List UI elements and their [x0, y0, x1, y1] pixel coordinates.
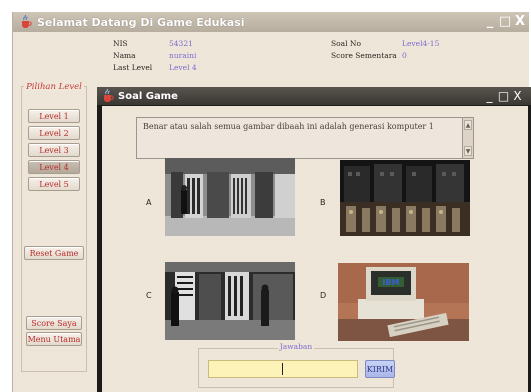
option-d-image[interactable]: IBM	[338, 263, 469, 341]
nama-label: Nama	[113, 51, 136, 60]
dialog-body: Benar atau salah semua gambar dibaah ini…	[102, 106, 528, 392]
option-d-label: D	[320, 291, 327, 300]
question-text-area[interactable]: Benar atau salah semua gambar dibaah ini…	[136, 117, 463, 159]
dialog-title: Soal Game	[118, 90, 178, 102]
nama-value: nuraini	[169, 51, 197, 60]
level-4-button[interactable]: Level 4	[28, 160, 80, 174]
option-b-image[interactable]	[340, 160, 470, 236]
option-c-label: C	[146, 291, 152, 300]
game-info-values: Level4-15 0	[402, 38, 439, 62]
last-level-value: Level 4	[169, 63, 197, 72]
game-info-labels: Soal No Score Sementara	[331, 38, 397, 62]
dialog-maximize-button[interactable]: □	[497, 88, 510, 104]
nis-label: NIS	[113, 39, 128, 48]
soal-no-label: Soal No	[331, 39, 361, 48]
dialog-close-button[interactable]: X	[511, 88, 524, 104]
level-2-button[interactable]: Level 2	[28, 126, 80, 140]
minimize-button[interactable]: _	[483, 14, 497, 30]
option-b-label: B	[320, 198, 326, 207]
soal-game-dialog: Soal Game _ □ X Benar atau salah semua g…	[97, 87, 531, 392]
java-cup-icon	[101, 89, 115, 103]
level-5-button[interactable]: Level 5	[28, 177, 80, 191]
score-sementara-value: 0	[402, 51, 407, 60]
close-button[interactable]: X	[513, 14, 527, 30]
score-saya-button[interactable]: Score Saya	[26, 316, 82, 330]
reset-game-button[interactable]: Reset Game	[24, 246, 84, 260]
java-cup-icon	[19, 15, 33, 29]
option-c-image[interactable]	[165, 262, 295, 340]
maximize-button[interactable]: □	[498, 14, 512, 30]
dialog-minimize-button[interactable]: _	[483, 88, 496, 104]
last-level-label: Last Level	[113, 63, 153, 72]
answer-group-title: Jawaban	[277, 342, 315, 351]
level-1-button[interactable]: Level 1	[28, 109, 80, 123]
scroll-down-icon[interactable]: ▼	[464, 146, 472, 156]
menu-utama-button[interactable]: Menu Utama	[26, 332, 82, 346]
option-a-label: A	[146, 198, 152, 207]
score-sementara-label: Score Sementara	[331, 51, 397, 60]
question-scrollbar[interactable]: ▲ ▼	[463, 117, 474, 159]
player-info-labels: NIS Nama Last Level	[113, 38, 152, 74]
text-caret	[282, 363, 283, 375]
main-window-title: Selamat Datang Di Game Edukasi	[37, 15, 245, 29]
nis-value: 54321	[169, 39, 193, 48]
ibm-logo: IBM	[382, 278, 399, 287]
player-info-values: 54321 nuraini Level 4	[169, 38, 197, 74]
soal-no-value: Level4-15	[402, 39, 440, 48]
dialog-titlebar[interactable]: Soal Game _ □ X	[97, 87, 531, 105]
kirim-button[interactable]: KIRIM	[365, 360, 395, 378]
answer-input[interactable]	[208, 360, 358, 378]
option-a-image[interactable]	[165, 158, 295, 236]
level-panel-title: Pilihan Level	[24, 82, 84, 92]
scroll-up-icon[interactable]: ▲	[464, 120, 472, 130]
main-titlebar[interactable]: Selamat Datang Di Game Edukasi _ □ X	[13, 12, 529, 32]
level-3-button[interactable]: Level 3	[28, 143, 80, 157]
